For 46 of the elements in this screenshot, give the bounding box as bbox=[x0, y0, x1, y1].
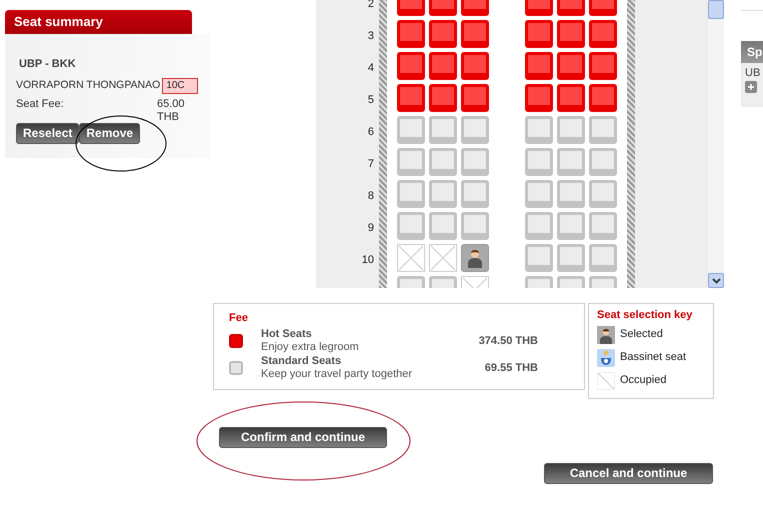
row-number: 8 bbox=[368, 190, 374, 204]
person-seat-icon bbox=[597, 326, 615, 344]
cancel-button[interactable]: Cancel and continue bbox=[544, 463, 713, 484]
scrollbar[interactable] bbox=[708, 0, 724, 288]
seat-type-description: Keep your travel party together bbox=[261, 368, 412, 382]
panel-title: Sp bbox=[741, 41, 763, 64]
row-number: 2 bbox=[368, 0, 374, 12]
seat-swatch-icon bbox=[229, 361, 243, 376]
row-number: 6 bbox=[368, 126, 374, 140]
row-number: 4 bbox=[368, 62, 374, 76]
chevron-down-icon bbox=[712, 278, 720, 284]
action-button[interactable]: Reselect bbox=[16, 123, 80, 144]
row-number: 10 bbox=[362, 254, 374, 268]
cross-icon bbox=[398, 245, 424, 271]
seat-price: 374.50 THB bbox=[478, 334, 538, 348]
row-number: 9 bbox=[368, 222, 374, 236]
passenger-name: VORRAPORN THONGPANAO bbox=[16, 79, 160, 92]
key-label: Occupied bbox=[620, 374, 666, 388]
seat-swatch-icon bbox=[229, 334, 243, 348]
row-number: 7 bbox=[368, 158, 374, 172]
confirm-button[interactable]: Confirm and continue bbox=[219, 427, 387, 448]
plus-icon[interactable] bbox=[745, 80, 757, 93]
route-text: UBP - BKK bbox=[19, 58, 77, 71]
seat-field[interactable]: 10C bbox=[162, 78, 198, 94]
panel-title: Seat summary bbox=[5, 10, 192, 34]
panel-text: UB bbox=[744, 66, 762, 81]
action-button[interactable]: Remove bbox=[79, 123, 140, 144]
scrollbar-thumb[interactable] bbox=[708, 0, 724, 19]
seat[interactable] bbox=[461, 244, 489, 272]
cross-icon bbox=[430, 245, 456, 271]
legend-title: Seat selection key bbox=[597, 309, 694, 322]
key-label: Bassinet seat bbox=[620, 351, 686, 364]
person-icon bbox=[467, 248, 483, 268]
seat-type-name: Hot Seats bbox=[261, 328, 313, 342]
row-number: 5 bbox=[368, 94, 374, 108]
legend-title: Fee bbox=[229, 312, 249, 326]
baby-icon bbox=[597, 348, 615, 367]
row-number: 3 bbox=[368, 30, 374, 44]
fee-label: Seat Fee: bbox=[16, 98, 65, 112]
seat-type-description: Enjoy extra legroom bbox=[261, 341, 359, 354]
key-label: Selected bbox=[620, 328, 663, 342]
scroll-down-button[interactable] bbox=[708, 273, 724, 288]
fee-value: 65.00 THB bbox=[157, 98, 186, 124]
seat-price: 69.55 THB bbox=[484, 362, 538, 375]
seat-type-name: Standard Seats bbox=[261, 355, 342, 368]
cross-icon bbox=[597, 372, 615, 390]
